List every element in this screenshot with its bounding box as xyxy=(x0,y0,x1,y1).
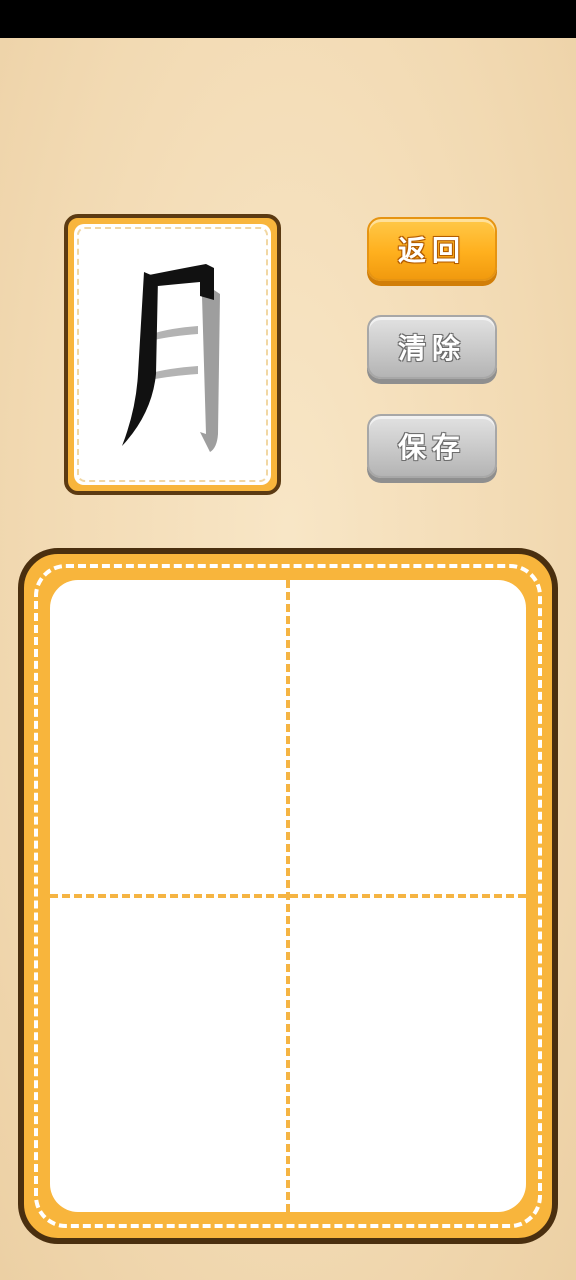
clear-button[interactable]: 清除 xyxy=(367,315,497,379)
save-button[interactable]: 保存 xyxy=(367,414,497,478)
grid-horizontal-guide xyxy=(50,894,526,898)
stroke-horizontal-1 xyxy=(152,326,198,340)
stroke-left-sweep xyxy=(122,272,158,446)
writing-board xyxy=(18,548,558,1244)
character-yue-stroke-icon xyxy=(122,264,220,452)
stroke-right-vertical-hook xyxy=(200,290,220,452)
character-preview-area xyxy=(74,224,271,485)
writing-canvas[interactable] xyxy=(50,580,526,1212)
back-button[interactable]: 返回 xyxy=(367,217,497,281)
status-bar xyxy=(0,0,576,38)
character-preview-card xyxy=(64,214,281,495)
